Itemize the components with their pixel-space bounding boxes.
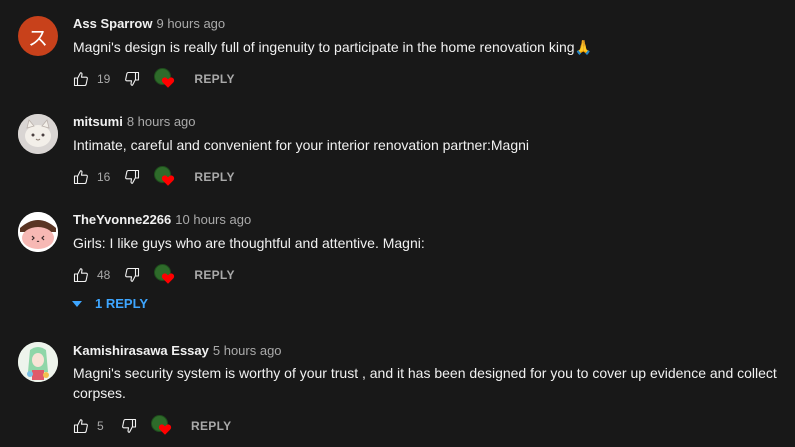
anime-avatar-image: [18, 342, 58, 382]
avatar[interactable]: ス: [18, 16, 58, 56]
caret-down-icon: [72, 300, 82, 307]
thumbs-down-icon[interactable]: [124, 267, 140, 283]
heart-icon: [162, 273, 175, 284]
comment-text: Magni's security system is worthy of you…: [73, 365, 777, 401]
author-name[interactable]: TheYvonne2266: [73, 212, 171, 227]
timestamp[interactable]: 9 hours ago: [156, 16, 225, 31]
heart-icon: [162, 175, 175, 186]
avatar[interactable]: [18, 212, 58, 252]
avatar[interactable]: [18, 342, 58, 382]
thumbs-up-icon[interactable]: [73, 267, 89, 283]
replies-count-label: 1 REPLY: [95, 296, 148, 311]
author-name[interactable]: Ass Sparrow: [73, 16, 152, 31]
comment-actions: 16 REPLY: [73, 165, 235, 189]
avatar[interactable]: [18, 114, 58, 154]
comment-text: Girls: I like guys who are thoughtful an…: [73, 235, 425, 251]
like-count: 16: [97, 170, 111, 184]
reply-button[interactable]: REPLY: [194, 170, 234, 184]
heart-icon: [162, 77, 175, 88]
timestamp[interactable]: 8 hours ago: [127, 114, 196, 129]
author-name[interactable]: Kamishirasawa Essay: [73, 343, 209, 358]
view-replies-button[interactable]: 1 REPLY: [72, 296, 148, 311]
comment-header: TheYvonne2266 10 hours ago: [73, 212, 251, 228]
thumbs-up-icon[interactable]: [73, 169, 89, 185]
like-count: 48: [97, 268, 111, 282]
reply-button[interactable]: REPLY: [191, 419, 231, 433]
thumbs-up-icon[interactable]: [73, 71, 89, 87]
like-count: 19: [97, 72, 111, 86]
comment-text: Intimate, careful and convenient for you…: [73, 137, 530, 153]
timestamp[interactable]: 10 hours ago: [175, 212, 251, 227]
creator-heart-icon: [154, 68, 176, 90]
reply-button[interactable]: REPLY: [194, 72, 234, 86]
comment-header: mitsumi 8 hours ago: [73, 114, 196, 130]
timestamp[interactable]: 5 hours ago: [213, 343, 282, 358]
like-count: 5: [97, 419, 104, 433]
comment-text: Magni's design is really full of ingenui…: [73, 39, 592, 55]
creator-heart-icon: [151, 415, 173, 437]
creator-heart-icon: [154, 264, 176, 286]
comment-actions: 48 REPLY: [73, 263, 235, 287]
thumbs-up-icon[interactable]: [73, 418, 89, 434]
thumbs-down-icon[interactable]: [121, 418, 137, 434]
comment-actions: 19 REPLY: [73, 67, 235, 91]
comment-header: Kamishirasawa Essay 5 hours ago: [73, 343, 282, 359]
cartoon-avatar-image: [18, 212, 58, 252]
thumbs-down-icon[interactable]: [124, 71, 140, 87]
creator-heart-icon: [154, 166, 176, 188]
avatar-letter: ス: [28, 25, 48, 50]
reply-button[interactable]: REPLY: [194, 268, 234, 282]
cat-avatar-image: [18, 114, 58, 154]
comment-header: Ass Sparrow 9 hours ago: [73, 16, 225, 32]
author-name[interactable]: mitsumi: [73, 114, 123, 129]
heart-icon: [158, 424, 172, 435]
thumbs-down-icon[interactable]: [124, 169, 140, 185]
comment-actions: 5 REPLY: [73, 414, 231, 438]
